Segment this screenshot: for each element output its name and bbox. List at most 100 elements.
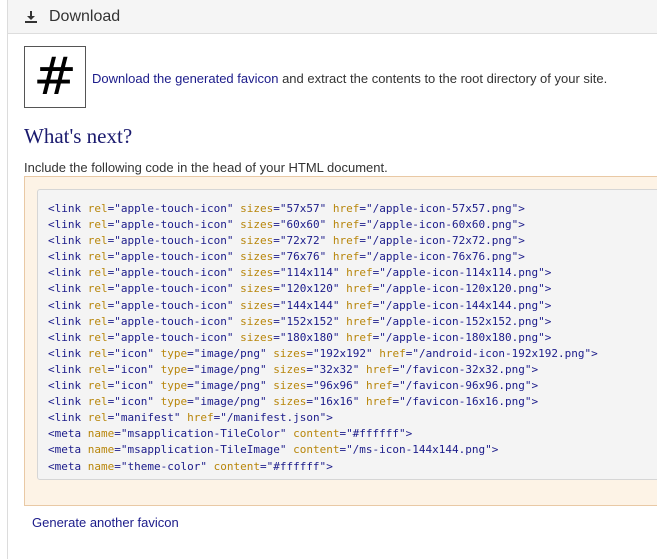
code-attr-value: "/apple-icon-120x120.png" bbox=[379, 282, 545, 296]
code-tag: <link bbox=[48, 298, 82, 312]
code-attr-value: "144x144" bbox=[279, 298, 340, 312]
code-attr-value: "/apple-icon-60x60.png" bbox=[365, 218, 519, 232]
code-attr-value: "/apple-icon-180x180.png" bbox=[379, 330, 545, 344]
code-attr-name: content bbox=[293, 443, 340, 457]
code-attr-value: "72x72" bbox=[279, 234, 327, 248]
code-attr-value: "msapplication-TileImage" bbox=[120, 443, 287, 457]
code-tag: <link bbox=[48, 282, 82, 296]
panel-title: Download bbox=[49, 7, 121, 25]
code-attr-value: "image/png" bbox=[193, 395, 267, 409]
code-tag: <link bbox=[48, 266, 82, 280]
code-attr-value: "16x16" bbox=[312, 395, 360, 409]
code-line: <link rel="apple-touch-icon" sizes="120x… bbox=[48, 282, 552, 296]
code-attr-value: "96x96" bbox=[312, 379, 360, 393]
code-line: <link rel="icon" type="image/png" sizes=… bbox=[48, 346, 598, 360]
code-attr-name: sizes bbox=[240, 330, 274, 344]
code-tag-close: > bbox=[544, 330, 552, 344]
code-attr-name: href bbox=[346, 314, 373, 328]
code-attr-name: href bbox=[332, 234, 360, 248]
download-favicon-link[interactable]: Download the generated favicon bbox=[92, 71, 278, 86]
code-attr-name: content bbox=[293, 427, 340, 441]
code-tag-close: > bbox=[544, 298, 552, 312]
code-attr-name: sizes bbox=[240, 298, 274, 312]
code-tag-close: > bbox=[326, 459, 333, 473]
code-attr-value: "apple-touch-icon" bbox=[114, 218, 234, 232]
code-attr-value: "/android-icon-192x192.png" bbox=[412, 346, 592, 360]
code-line: <link rel="apple-touch-icon" sizes="76x7… bbox=[48, 250, 525, 264]
code-attr-value: "/apple-icon-76x76.png" bbox=[365, 250, 519, 264]
code-line: <link rel="icon" type="image/png" sizes=… bbox=[48, 379, 539, 393]
download-instructions: Download the generated favicon and extra… bbox=[92, 71, 607, 86]
code-attr-value: "192x192" bbox=[312, 346, 373, 360]
code-line: <link rel="icon" type="image/png" sizes=… bbox=[48, 395, 539, 409]
code-attr-name: content bbox=[213, 459, 260, 473]
code-attr-name: type bbox=[160, 395, 188, 409]
code-attr-name: rel bbox=[87, 362, 108, 376]
code-attr-value: "#ffffff" bbox=[346, 427, 406, 441]
code-attr-value: "/ms-icon-144x144.png" bbox=[346, 443, 492, 457]
code-attr-name: type bbox=[160, 362, 188, 376]
code-tag: <link bbox=[48, 218, 82, 232]
code-tag-close: > bbox=[591, 346, 598, 360]
code-tag: <link bbox=[48, 330, 82, 344]
code-line: <link rel="apple-touch-icon" sizes="57x5… bbox=[48, 202, 525, 215]
code-attr-name: href bbox=[346, 282, 373, 296]
code-attr-name: type bbox=[160, 379, 188, 393]
code-attr-name: rel bbox=[87, 395, 108, 409]
code-block[interactable]: <link rel="apple-touch-icon" sizes="57x5… bbox=[37, 189, 657, 480]
code-attr-name: sizes bbox=[240, 282, 274, 296]
code-attr-value: "icon" bbox=[114, 379, 154, 393]
code-line: <link rel="apple-touch-icon" sizes="60x6… bbox=[48, 218, 525, 232]
code-attr-value: "apple-touch-icon" bbox=[114, 298, 234, 312]
code-attr-name: sizes bbox=[240, 314, 274, 328]
code-attr-name: sizes bbox=[240, 266, 274, 280]
code-tag-close: > bbox=[531, 395, 539, 409]
whats-next-heading: What's next? bbox=[24, 124, 133, 148]
code-attr-name: sizes bbox=[273, 362, 307, 376]
code-attr-value: "icon" bbox=[114, 395, 154, 409]
code-attr-value: "apple-touch-icon" bbox=[114, 282, 234, 296]
favicon-row: # Download the generated favicon and ext… bbox=[24, 46, 657, 108]
code-attr-value: "manifest" bbox=[114, 411, 181, 425]
code-line: <meta name="msapplication-TileColor" con… bbox=[48, 427, 413, 441]
code-attr-name: name bbox=[87, 459, 115, 473]
panel-body: # Download the generated favicon and ext… bbox=[8, 34, 657, 175]
code-tag-close: > bbox=[531, 379, 539, 393]
code-attr-value: "/apple-icon-57x57.png" bbox=[365, 202, 519, 215]
code-attr-name: href bbox=[346, 330, 373, 344]
code-attr-value: "apple-touch-icon" bbox=[114, 314, 234, 328]
code-attr-value: "icon" bbox=[114, 346, 154, 360]
code-line: <meta name="msapplication-TileImage" con… bbox=[48, 443, 499, 457]
code-line: <link rel="apple-touch-icon" sizes="72x7… bbox=[48, 234, 525, 248]
code-attr-name: href bbox=[346, 298, 373, 312]
code-attr-name: href bbox=[379, 346, 406, 360]
favicon-preview: # bbox=[24, 46, 86, 108]
download-panel: Download # Download the generated favico… bbox=[7, 0, 657, 559]
code-line: <meta name="theme-color" content="#fffff… bbox=[48, 459, 333, 473]
code-tag-close: > bbox=[518, 218, 525, 232]
code-tag-close: > bbox=[518, 202, 525, 215]
generate-another-link[interactable]: Generate another favicon bbox=[32, 515, 179, 530]
code-attr-name: rel bbox=[87, 379, 108, 393]
code-tag-close: > bbox=[491, 443, 499, 457]
code-container: <link rel="apple-touch-icon" sizes="57x5… bbox=[24, 176, 657, 506]
code-attr-value: "114x114" bbox=[279, 266, 340, 280]
code-tag: <link bbox=[48, 234, 82, 248]
code-attr-value: "apple-touch-icon" bbox=[114, 250, 234, 264]
code-attr-value: "image/png" bbox=[193, 362, 267, 376]
code-attr-value: "/favicon-32x32.png" bbox=[399, 362, 532, 376]
code-line: <link rel="apple-touch-icon" sizes="144x… bbox=[48, 298, 552, 312]
code-attr-value: "/manifest.json" bbox=[220, 411, 327, 425]
code-tag: <link bbox=[48, 362, 82, 376]
code-attr-name: name bbox=[87, 427, 115, 441]
code-attr-value: "/apple-icon-144x144.png" bbox=[379, 298, 545, 312]
code-attr-name: rel bbox=[87, 411, 108, 425]
code-tag: <link bbox=[48, 250, 82, 264]
code-attr-value: "152x152" bbox=[279, 314, 340, 328]
code-attr-value: "57x57" bbox=[279, 202, 327, 215]
code-attr-value: "apple-touch-icon" bbox=[114, 330, 234, 344]
code-attr-value: "image/png" bbox=[193, 379, 267, 393]
code-attr-name: sizes bbox=[240, 202, 274, 215]
code-tag-close: > bbox=[544, 314, 552, 328]
code-attr-name: href bbox=[365, 395, 393, 409]
